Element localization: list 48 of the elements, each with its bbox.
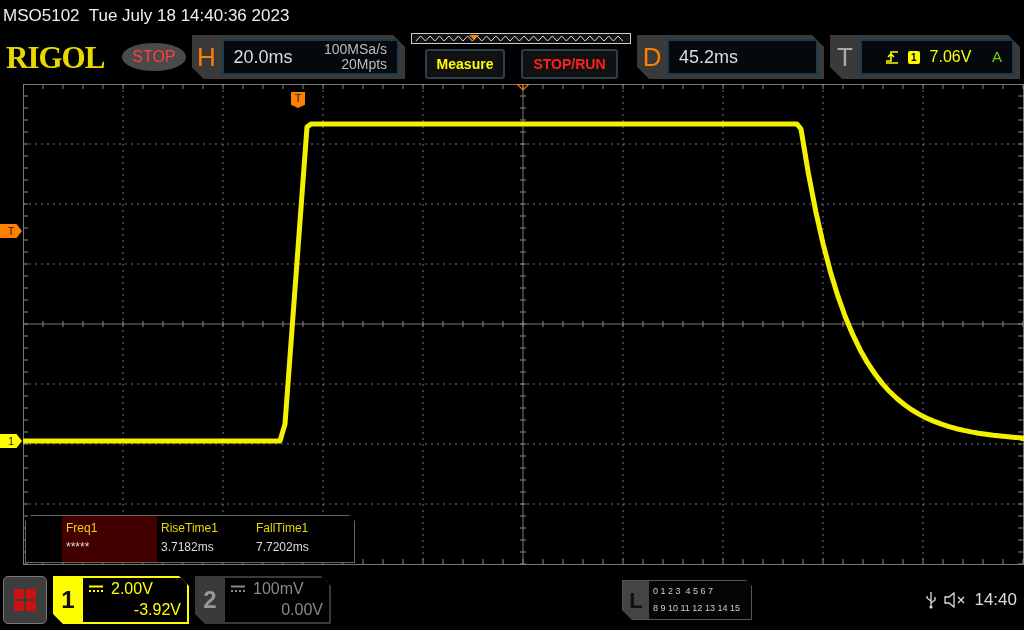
trigger-mode: A (991, 46, 1002, 67)
trigger-position-marker: T (291, 92, 305, 108)
measurement-name: FallTime1 (256, 520, 310, 537)
usb-icon (926, 591, 937, 609)
stop-run-button[interactable]: STOP/RUN (521, 49, 618, 79)
channel-number: 1 (60, 585, 76, 615)
trigger-position-icon (515, 84, 531, 91)
memory-depth: 20Mpts (340, 57, 388, 72)
dc-coupling-icon (231, 584, 245, 593)
trigger-level: 7.06V (929, 47, 972, 67)
menu-icon (14, 589, 36, 611)
channel-scale: 2.00V (111, 579, 153, 599)
channel-scale: 100mV (253, 579, 304, 599)
horizontal-panel[interactable]: H 20.0ms 100MSa/s 20Mpts (191, 35, 406, 79)
sample-rate: 100MSa/s (324, 42, 388, 57)
channel-marker: 1 (0, 434, 22, 448)
channel-number: 2 (202, 585, 218, 615)
trigger-panel[interactable]: T 1 7.06V A (830, 35, 1020, 79)
logic-channel-labels: 8 9 10 11 12 13 14 15 (653, 602, 741, 615)
channel-panel[interactable]: 1 2.00V -3.92V (53, 576, 189, 624)
measurement-item[interactable]: Freq1 ***** (62, 516, 157, 562)
measurement-value: 7.7202ms (256, 539, 310, 556)
channel-panel[interactable]: 2 100mV 0.00V (195, 576, 331, 624)
status-line: MSO5102 Tue July 18 14:40:36 2023 (2, 5, 291, 27)
measurement-name: Freq1 (66, 520, 99, 537)
brand-logo: RIGOL (6, 41, 106, 73)
delay-value: 45.2ms (679, 45, 739, 69)
trigger-level-marker: T (0, 224, 22, 238)
channel-offset: 0.00V (280, 600, 323, 620)
measurement-value: ***** (66, 539, 91, 556)
panel-letter: T (836, 44, 854, 70)
channel-offset: -3.92V (132, 600, 181, 620)
speaker-muted-icon[interactable] (944, 592, 967, 608)
menu-button[interactable] (3, 576, 47, 624)
delay-panel[interactable]: D 45.2ms (637, 35, 825, 79)
timebase-value: 20.0ms (233, 45, 293, 69)
clock-time: 14:40 (974, 589, 1017, 612)
measure-button[interactable]: Measure (424, 49, 506, 79)
measurement-name: RiseTime1 (161, 520, 219, 537)
dc-coupling-icon (89, 584, 103, 593)
logic-channel-labels: 0 1 2 3 4 5 6 7 (653, 585, 715, 598)
rising-edge-icon (886, 50, 899, 64)
measurement-item[interactable]: FallTime1 7.7202ms (252, 516, 347, 562)
measurement-value: 3.7182ms (161, 539, 215, 556)
panel-letter: D (641, 44, 663, 70)
panel-letter: H (196, 44, 217, 70)
measurement-item[interactable]: RiseTime1 3.7182ms (157, 516, 252, 562)
trigger-source-badge: 1 (908, 50, 920, 64)
